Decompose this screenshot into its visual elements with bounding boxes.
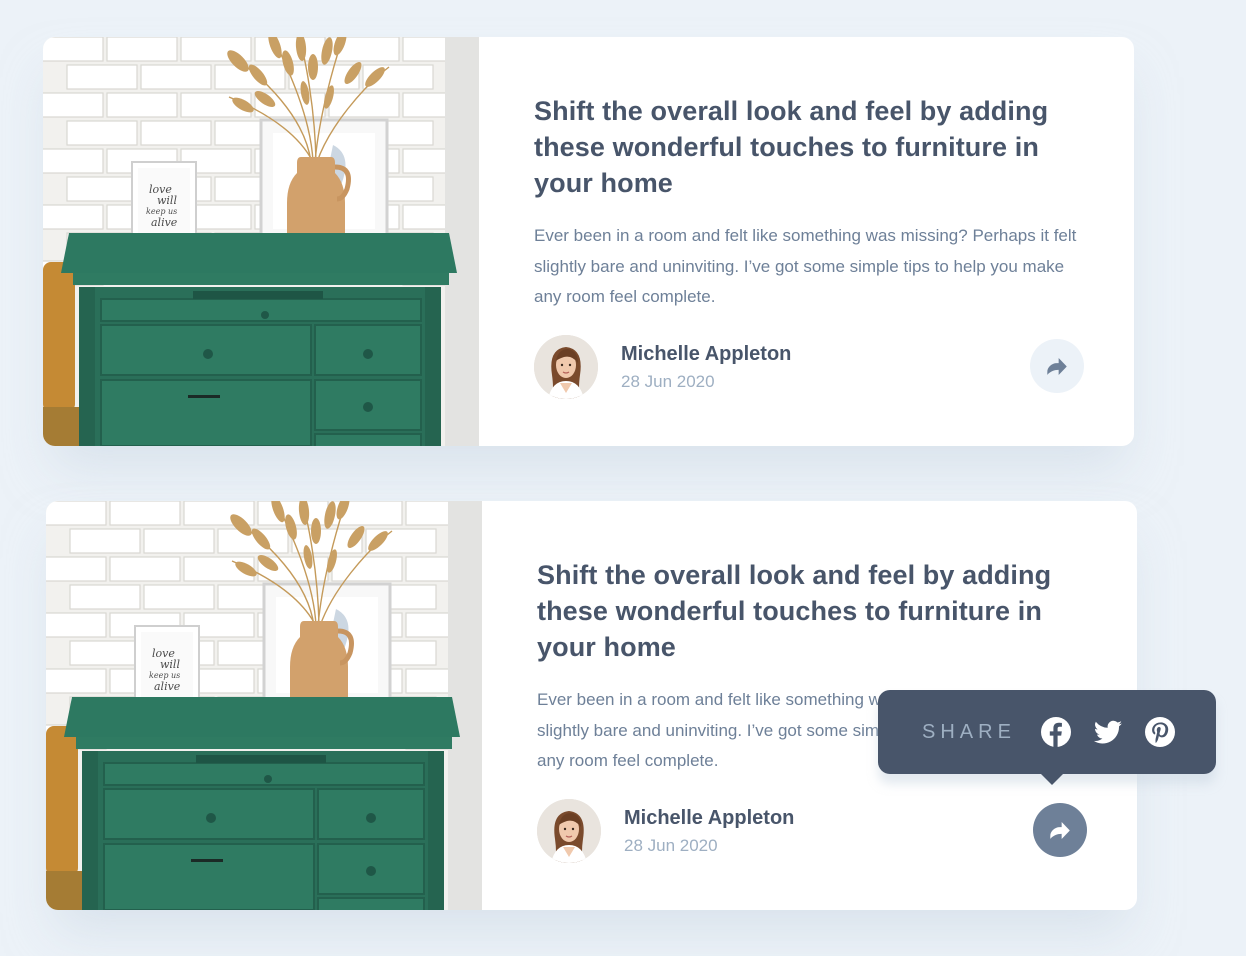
article-title: Shift the overall look and feel by addin… bbox=[537, 560, 1052, 662]
article-image: love will keep us alive bbox=[46, 501, 482, 910]
share-button[interactable] bbox=[1033, 803, 1087, 857]
share-arrow-icon bbox=[1047, 358, 1067, 375]
svg-text:will: will bbox=[157, 194, 177, 207]
svg-text:alive: alive bbox=[154, 680, 181, 693]
publish-date: 28 Jun 2020 bbox=[621, 371, 715, 391]
author-meta: Michelle Appleton 28 Jun 2020 bbox=[621, 342, 791, 393]
author-row: Michelle Appleton 28 Jun 2020 bbox=[537, 799, 1087, 863]
pinterest-icon[interactable] bbox=[1144, 716, 1176, 748]
author-row: Michelle Appleton 28 Jun 2020 bbox=[534, 335, 1084, 399]
facebook-icon[interactable] bbox=[1040, 716, 1072, 748]
publish-date: 28 Jun 2020 bbox=[624, 835, 718, 855]
twitter-icon[interactable] bbox=[1092, 716, 1124, 748]
article-image: love will keep us alive bbox=[43, 37, 479, 446]
article-card: love will keep us alive Shift the overal… bbox=[43, 37, 1134, 446]
article-excerpt: Ever been in a room and felt like someth… bbox=[534, 226, 1077, 306]
svg-text:keep us: keep us bbox=[146, 207, 177, 216]
article-title: Shift the overall look and feel by addin… bbox=[534, 96, 1049, 198]
author-name: Michelle Appleton bbox=[624, 806, 795, 829]
article-content: Shift the overall look and feel by addin… bbox=[479, 37, 1138, 446]
share-arrow-icon bbox=[1050, 822, 1070, 839]
avatar bbox=[534, 335, 598, 399]
svg-text:will: will bbox=[160, 658, 180, 671]
svg-text:keep us: keep us bbox=[149, 671, 180, 680]
article-content: Shift the overall look and feel by addin… bbox=[482, 501, 1216, 910]
svg-text:alive: alive bbox=[151, 216, 178, 229]
share-popover: SHARE bbox=[878, 690, 1216, 785]
article-card: love will keep us alive Shift the overal… bbox=[46, 501, 1216, 910]
author-meta: Michelle Appleton 28 Jun 2020 bbox=[624, 806, 794, 857]
share-button[interactable] bbox=[1030, 339, 1084, 393]
share-label: SHARE bbox=[922, 720, 1016, 743]
author-name: Michelle Appleton bbox=[621, 342, 792, 365]
avatar bbox=[537, 799, 601, 863]
